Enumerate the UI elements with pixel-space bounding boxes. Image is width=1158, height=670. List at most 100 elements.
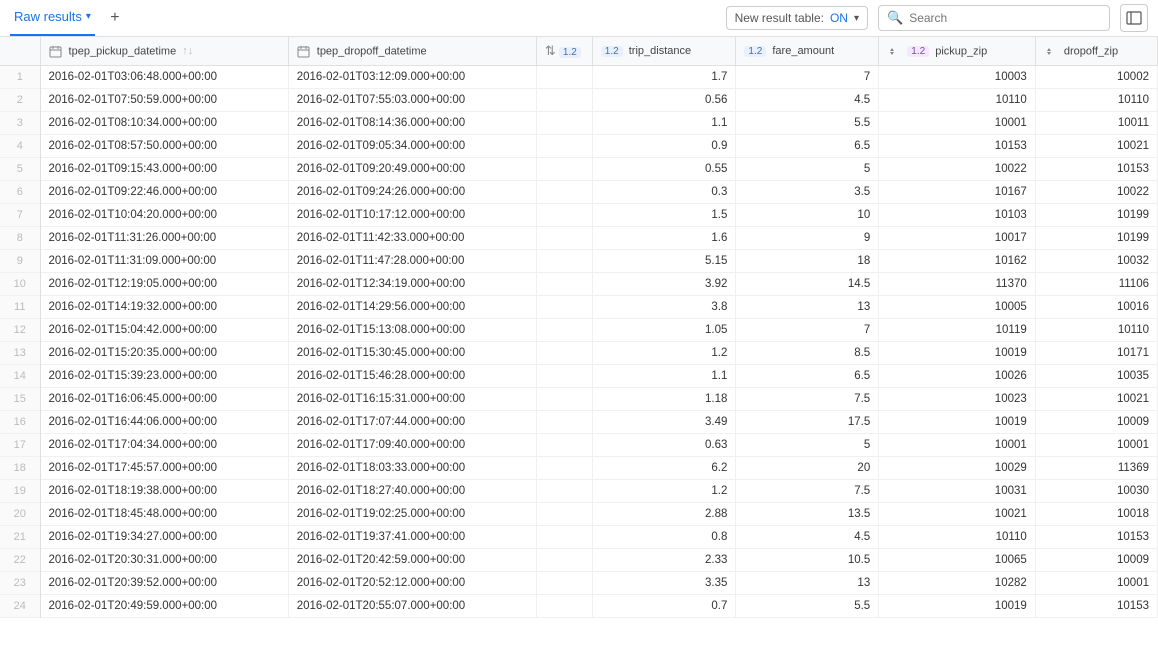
fare-amount-cell: 5.5 — [736, 595, 879, 618]
results-table: tpep_pickup_datetime ↑↓ tpep_dropoff_dat… — [0, 37, 1158, 618]
pickup-zip-cell: 10031 — [879, 480, 1036, 503]
table-row: 92016-02-01T11:31:09.000+00:002016-02-01… — [0, 250, 1158, 273]
dropoff-datetime-cell: 2016-02-01T15:13:08.000+00:00 — [288, 319, 536, 342]
fare-amount-cell: 5.5 — [736, 112, 879, 135]
pickup-zip-cell: 10001 — [879, 112, 1036, 135]
table-row: 162016-02-01T16:44:06.000+00:002016-02-0… — [0, 411, 1158, 434]
dropoff-zip-cell: 10153 — [1035, 595, 1157, 618]
sort-col-cell — [536, 204, 592, 227]
sort-col-cell — [536, 227, 592, 250]
row-number-cell: 5 — [0, 158, 40, 181]
dropoff-datetime-cell: 2016-02-01T15:46:28.000+00:00 — [288, 365, 536, 388]
trip-distance-cell: 1.2 — [592, 342, 736, 365]
pickup-zip-cell: 10162 — [879, 250, 1036, 273]
table-row: 22016-02-01T07:50:59.000+00:002016-02-01… — [0, 89, 1158, 112]
fare-amount-cell: 10.5 — [736, 549, 879, 572]
pickup-zip-cell: 10167 — [879, 181, 1036, 204]
sort-col-header[interactable]: ⇅ 1.2 — [536, 37, 592, 66]
sort-arrows-icon: ⇅ — [545, 43, 556, 58]
sort-col-cell — [536, 388, 592, 411]
pickup-zip-sort-icon — [887, 45, 900, 58]
dropoff-datetime-cell: 2016-02-01T11:47:28.000+00:00 — [288, 250, 536, 273]
trip-distance-col-header[interactable]: 1.2 trip_distance — [592, 37, 736, 66]
pickup-datetime-cell: 2016-02-01T08:10:34.000+00:00 — [40, 112, 288, 135]
dropoff-zip-col-header[interactable]: dropoff_zip — [1035, 37, 1157, 66]
pickup-datetime-cell: 2016-02-01T14:19:32.000+00:00 — [40, 296, 288, 319]
pickup-zip-cell: 10021 — [879, 503, 1036, 526]
add-tab-button[interactable]: + — [103, 6, 127, 30]
dropoff-zip-cell: 10030 — [1035, 480, 1157, 503]
calendar-icon-2 — [297, 45, 310, 58]
fare-amount-cell: 17.5 — [736, 411, 879, 434]
pickup-datetime-cell: 2016-02-01T18:45:48.000+00:00 — [40, 503, 288, 526]
dropoff-datetime-cell: 2016-02-01T09:24:26.000+00:00 — [288, 181, 536, 204]
pickup-zip-cell: 11370 — [879, 273, 1036, 296]
table-body: 12016-02-01T03:06:48.000+00:002016-02-01… — [0, 66, 1158, 618]
fare-amount-cell: 7 — [736, 66, 879, 89]
sort-col-cell — [536, 158, 592, 181]
row-number-cell: 11 — [0, 296, 40, 319]
sort-col-cell — [536, 273, 592, 296]
dropoff-datetime-cell: 2016-02-01T08:14:36.000+00:00 — [288, 112, 536, 135]
table-row: 222016-02-01T20:30:31.000+00:002016-02-0… — [0, 549, 1158, 572]
sort-col-cell — [536, 319, 592, 342]
pickup-zip-cell: 10153 — [879, 135, 1036, 158]
fare-amount-col-header[interactable]: 1.2 fare_amount — [736, 37, 879, 66]
table-row: 52016-02-01T09:15:43.000+00:002016-02-01… — [0, 158, 1158, 181]
row-number-cell: 18 — [0, 457, 40, 480]
sort-col-cell — [536, 89, 592, 112]
row-number-cell: 24 — [0, 595, 40, 618]
trip-distance-cell: 1.5 — [592, 204, 736, 227]
row-number-cell: 16 — [0, 411, 40, 434]
tpep-pickup-col-header[interactable]: tpep_pickup_datetime ↑↓ — [40, 37, 288, 66]
pickup-zip-col-header[interactable]: 1.2 pickup_zip — [879, 37, 1036, 66]
pickup-datetime-cell: 2016-02-01T15:04:42.000+00:00 — [40, 319, 288, 342]
dropoff-datetime-cell: 2016-02-01T16:15:31.000+00:00 — [288, 388, 536, 411]
table-row: 172016-02-01T17:04:34.000+00:002016-02-0… — [0, 434, 1158, 457]
trip-distance-cell: 0.3 — [592, 181, 736, 204]
pickup-datetime-cell: 2016-02-01T03:06:48.000+00:00 — [40, 66, 288, 89]
dropoff-zip-cell: 10021 — [1035, 388, 1157, 411]
table-row: 122016-02-01T15:04:42.000+00:002016-02-0… — [0, 319, 1158, 342]
table-row: 112016-02-01T14:19:32.000+00:002016-02-0… — [0, 296, 1158, 319]
pickup-zip-cell: 10065 — [879, 549, 1036, 572]
dropoff-datetime-cell: 2016-02-01T10:17:12.000+00:00 — [288, 204, 536, 227]
search-input[interactable] — [909, 11, 1101, 25]
dropoff-zip-cell: 10153 — [1035, 526, 1157, 549]
dropoff-zip-cell: 10009 — [1035, 549, 1157, 572]
dropoff-datetime-cell: 2016-02-01T19:37:41.000+00:00 — [288, 526, 536, 549]
trip-distance-cell: 0.55 — [592, 158, 736, 181]
sort-col-cell — [536, 342, 592, 365]
dropoff-datetime-cell: 2016-02-01T09:05:34.000+00:00 — [288, 135, 536, 158]
sort-col-cell — [536, 112, 592, 135]
table-row: 182016-02-01T17:45:57.000+00:002016-02-0… — [0, 457, 1158, 480]
fare-amount-cell: 10 — [736, 204, 879, 227]
sort-col-cell — [536, 526, 592, 549]
new-result-toggle[interactable]: New result table: ON ▾ — [726, 6, 868, 30]
table-row: 232016-02-01T20:39:52.000+00:002016-02-0… — [0, 572, 1158, 595]
dropoff-datetime-cell: 2016-02-01T15:30:45.000+00:00 — [288, 342, 536, 365]
row-number-cell: 7 — [0, 204, 40, 227]
pickup-datetime-cell: 2016-02-01T09:22:46.000+00:00 — [40, 181, 288, 204]
pickup-datetime-cell: 2016-02-01T16:44:06.000+00:00 — [40, 411, 288, 434]
table-row: 132016-02-01T15:20:35.000+00:002016-02-0… — [0, 342, 1158, 365]
row-number-cell: 15 — [0, 388, 40, 411]
dropoff-zip-cell: 10018 — [1035, 503, 1157, 526]
raw-results-tab[interactable]: Raw results ▾ — [10, 0, 95, 36]
table-row: 192016-02-01T18:19:38.000+00:002016-02-0… — [0, 480, 1158, 503]
sort-col-cell — [536, 434, 592, 457]
new-result-value: ON — [830, 11, 848, 25]
pickup-zip-cell: 10019 — [879, 342, 1036, 365]
row-number-cell: 6 — [0, 181, 40, 204]
trip-distance-cell: 2.88 — [592, 503, 736, 526]
dropoff-zip-cell: 10153 — [1035, 158, 1157, 181]
fare-amount-cell: 3.5 — [736, 181, 879, 204]
sort-col-cell — [536, 572, 592, 595]
trip-distance-cell: 5.15 — [592, 250, 736, 273]
sort-col-cell — [536, 411, 592, 434]
new-result-label: New result table: — [735, 11, 824, 25]
sort-col-cell — [536, 480, 592, 503]
tpep-dropoff-col-header[interactable]: tpep_dropoff_datetime — [288, 37, 536, 66]
sidebar-toggle-button[interactable] — [1120, 4, 1148, 32]
trip-distance-cell: 3.49 — [592, 411, 736, 434]
